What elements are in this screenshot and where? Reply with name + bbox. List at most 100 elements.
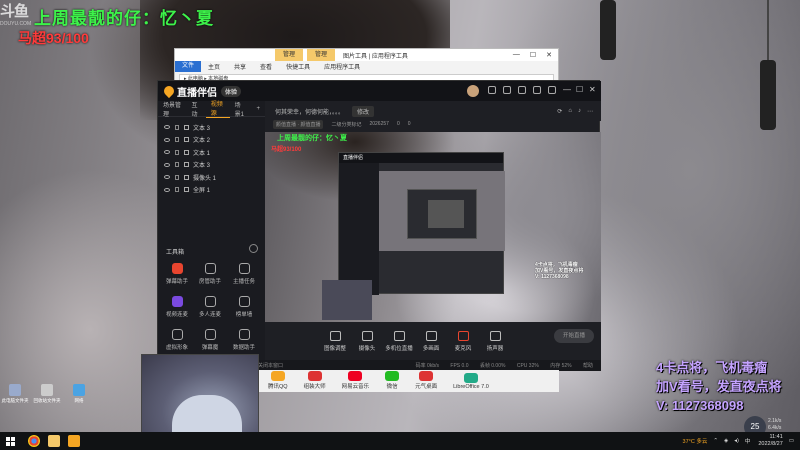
minimize-icon[interactable]: — xyxy=(513,51,520,59)
bell-icon[interactable]: ♪ xyxy=(578,108,581,114)
share-icon[interactable]: ⟳ xyxy=(557,108,562,115)
eye-icon[interactable] xyxy=(164,175,170,180)
lock-icon[interactable] xyxy=(175,174,179,180)
more-icon[interactable]: ⋯ xyxy=(587,108,593,115)
help-link[interactable]: 帮助 xyxy=(583,363,593,369)
tool-magic[interactable]: 弹幕魔 xyxy=(195,329,225,351)
multi-screen-button[interactable]: 多画面 xyxy=(416,330,446,352)
lock-icon[interactable] xyxy=(175,187,179,193)
ribbon-tab-view[interactable]: 查看 xyxy=(253,62,279,71)
category-tag[interactable]: 颜值直播 · 颜值直播 xyxy=(273,119,324,129)
lock-icon[interactable] xyxy=(175,137,179,143)
shirt-icon[interactable] xyxy=(548,86,556,94)
stream-preview[interactable]: 上周最靓的仔：忆丶夏 马超93/100 直播伴侣 4卡点将，飞机毒瘤 加V看号，… xyxy=(265,132,601,322)
lock-icon[interactable] xyxy=(175,124,179,130)
list-item[interactable]: 文本 1 xyxy=(158,146,265,159)
speaker-button[interactable]: 扬声器 xyxy=(480,330,510,352)
modify-title-button[interactable]: 修改 xyxy=(352,105,375,117)
maximize-icon[interactable]: ☐ xyxy=(576,85,583,94)
microphone-button[interactable]: 麦克风 xyxy=(448,330,478,352)
dock-item-wechat[interactable]: 微信 xyxy=(385,371,400,390)
dock-item-yuanqi[interactable]: 元气桌面 xyxy=(415,371,437,390)
folder-icon[interactable] xyxy=(48,435,60,447)
list-item[interactable]: 文本 3 xyxy=(158,121,265,134)
list-item[interactable]: 摄像头 1 xyxy=(158,171,265,184)
share-icon[interactable] xyxy=(503,86,511,94)
explorer-manage-tab-1[interactable]: 管理 xyxy=(275,49,304,61)
chevron-up-icon[interactable]: ⌃ xyxy=(713,438,718,444)
eye-icon[interactable] xyxy=(164,137,170,142)
clock[interactable]: 11:41 2022/8/27 xyxy=(758,434,782,448)
dock-item-qq[interactable]: 腾讯QQ xyxy=(268,371,288,390)
streaming-companion-window[interactable]: 直播伴侣 体验 — ☐ ✕ 场景管理 互动 视频源 场景1 + 文本 3 文本 … xyxy=(157,80,601,371)
list-item[interactable]: 文本 3 xyxy=(158,159,265,172)
hot-count: 0 xyxy=(396,121,400,127)
gift-icon[interactable] xyxy=(533,86,541,94)
tool-admin[interactable]: 房管助手 xyxy=(195,263,225,285)
tool-avatar[interactable]: 虚拟形象 xyxy=(162,329,192,351)
eye-icon[interactable] xyxy=(164,150,170,155)
tool-video-link[interactable]: 视频连麦 xyxy=(162,296,192,318)
desktop-icon-pc[interactable]: 此电脑文件夹 xyxy=(0,384,30,404)
ribbon-tab-share[interactable]: 共享 xyxy=(227,62,253,71)
ribbon-tab-file[interactable]: 文件 xyxy=(175,61,202,72)
avatar[interactable] xyxy=(467,85,479,97)
desktop-icon-recycle[interactable]: 回收站文件夹 xyxy=(32,384,62,404)
headset-icon[interactable] xyxy=(488,86,496,94)
maximize-icon[interactable]: ☐ xyxy=(530,51,536,59)
explorer-manage-tab-2[interactable]: 管理 xyxy=(307,49,336,61)
button-label: 多机位直播 xyxy=(385,345,413,352)
ribbon-tab-home[interactable]: 主页 xyxy=(201,62,227,71)
close-icon[interactable]: ✕ xyxy=(589,85,596,94)
tab-interact[interactable]: 互动 xyxy=(187,100,206,118)
explorer-window-controls[interactable]: — ☐ ✕ xyxy=(513,51,558,59)
tab-scene-1[interactable]: 场景1 xyxy=(230,100,252,118)
tool-rank[interactable]: 榜单墙 xyxy=(229,296,259,318)
clock-time: 11:41 xyxy=(769,434,783,440)
start-live-button[interactable]: 开始直播 xyxy=(554,329,594,343)
lock-icon[interactable] xyxy=(175,162,179,168)
streaming-app-icon[interactable] xyxy=(68,435,80,447)
eye-icon[interactable] xyxy=(164,125,170,130)
multi-camera-button[interactable]: 多机位直播 xyxy=(384,330,414,352)
tool-multi-link[interactable]: 多人连麦 xyxy=(195,296,225,318)
tool-danmaku[interactable]: 弹幕助手 xyxy=(162,263,192,285)
ribbon-tab-app-tools[interactable]: 应用程序工具 xyxy=(317,62,367,71)
eye-icon[interactable] xyxy=(164,187,170,192)
dock-item-assembler[interactable]: 组装大师 xyxy=(304,371,326,390)
camera-button[interactable]: 摄像头 xyxy=(352,330,382,352)
dock-item-libreoffice[interactable]: LibreOffice 7.0 xyxy=(453,373,489,390)
source-list: 文本 3 文本 2 文本 1 文本 3 摄像头 1 全屏 1 xyxy=(158,117,265,196)
network-icon[interactable]: ◈ xyxy=(724,438,728,444)
eye-icon[interactable] xyxy=(164,162,170,167)
tool-data[interactable]: 数据助手 xyxy=(229,329,259,351)
close-icon[interactable]: ✕ xyxy=(546,51,552,59)
button-label: 图像调整 xyxy=(323,345,346,352)
image-adjust-button[interactable]: 图像调整 xyxy=(320,330,350,352)
weather-widget[interactable]: 37°C 多云 xyxy=(683,437,708,445)
toolbox-settings-icon[interactable] xyxy=(249,244,258,253)
lock-icon[interactable] xyxy=(175,149,179,155)
fullscreen-icon xyxy=(184,187,189,193)
volume-icon[interactable]: ◂) xyxy=(734,438,739,444)
lock-icon[interactable]: ⌂ xyxy=(568,108,572,114)
add-scene-icon[interactable]: + xyxy=(252,106,266,112)
live-title[interactable]: 何其荣幸，何德何能，。。。 xyxy=(275,107,344,116)
tool-task[interactable]: 主播任务 xyxy=(229,263,259,285)
tab-video-source[interactable]: 视频源 xyxy=(205,99,230,118)
avatar-icon xyxy=(171,329,183,340)
chrome-icon[interactable] xyxy=(28,435,40,447)
ime-icon[interactable]: 中 xyxy=(745,437,751,445)
minimize-icon[interactable]: — xyxy=(563,85,571,94)
desktop-icon-network[interactable]: 网络 xyxy=(64,384,94,404)
notification-icon[interactable]: ▭ xyxy=(789,438,794,444)
list-item[interactable]: 全屏 1 xyxy=(158,184,265,197)
dock-label: 组装大师 xyxy=(303,384,326,390)
list-item[interactable]: 文本 2 xyxy=(158,134,265,147)
bell-icon[interactable] xyxy=(518,86,526,94)
ribbon-tab-quick-tools[interactable]: 快捷工具 xyxy=(279,62,317,71)
dock-item-netease-music[interactable]: 网易云音乐 xyxy=(342,371,369,390)
start-button[interactable] xyxy=(0,432,20,450)
tab-scene-manage[interactable]: 场景管理 xyxy=(158,100,187,118)
app-version-badge[interactable]: 体验 xyxy=(221,85,242,97)
